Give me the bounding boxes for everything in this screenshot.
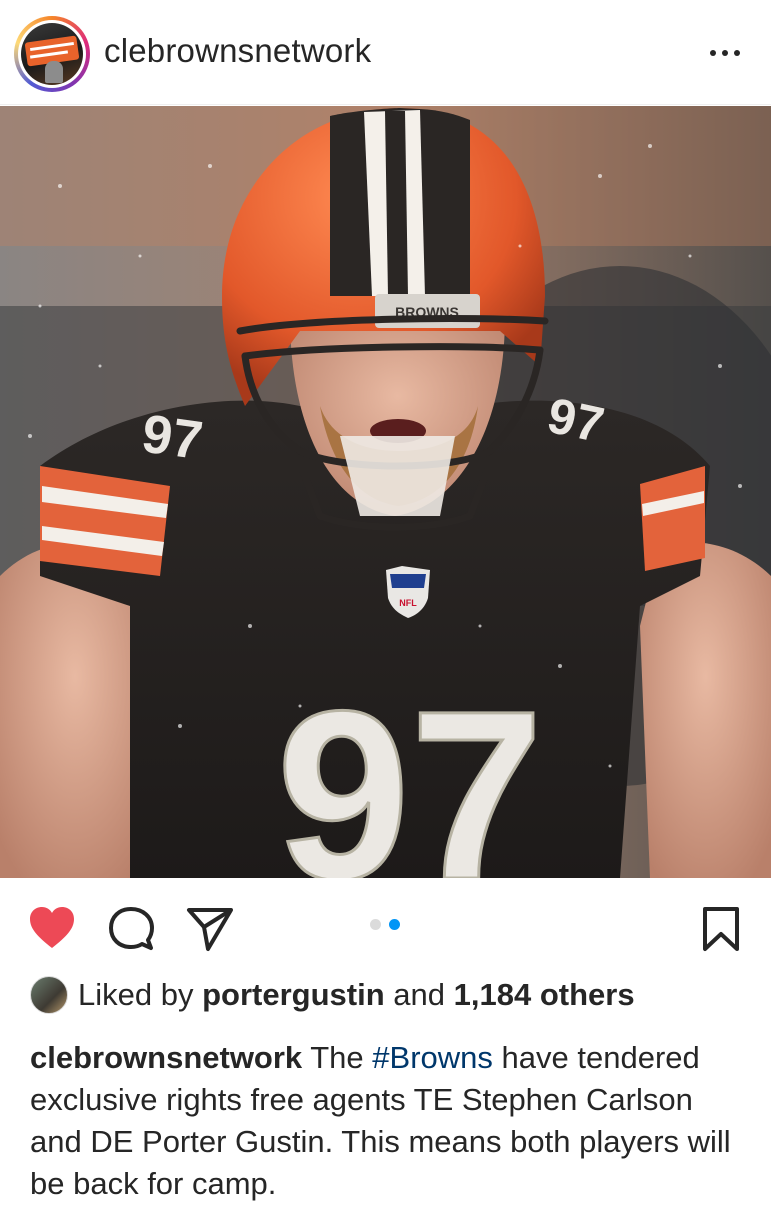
post-caption: clebrownsnetwork The #Browns have tender… (30, 1037, 742, 1205)
svg-text:97: 97 (138, 403, 206, 471)
likes-summary: Liked by portergustin and 1,184 others (28, 973, 768, 1023)
send-icon[interactable] (186, 906, 234, 952)
svg-text:97: 97 (543, 387, 609, 453)
comment-icon[interactable] (108, 906, 154, 952)
nfl-shield-text: NFL (399, 598, 417, 608)
hashtag-link[interactable]: #Browns (372, 1040, 493, 1075)
more-options-icon[interactable] (706, 38, 746, 68)
liked-by-label: Liked by (78, 977, 194, 1012)
profile-avatar[interactable] (14, 16, 90, 92)
carousel-dot-active[interactable] (389, 919, 400, 930)
bookmark-icon[interactable] (702, 906, 740, 952)
heart-filled-icon[interactable] (28, 906, 76, 950)
carousel-indicator (370, 919, 410, 931)
post-header: clebrownsnetwork (0, 0, 771, 105)
liker-avatar[interactable] (30, 976, 68, 1014)
liker-username[interactable]: portergustin (202, 977, 385, 1012)
jersey-number: 97 (277, 661, 544, 878)
carousel-dot[interactable] (370, 919, 381, 930)
caption-username[interactable]: clebrownsnetwork (30, 1040, 302, 1075)
username-link[interactable]: clebrownsnetwork (104, 32, 371, 70)
likes-conjunction: and (393, 977, 446, 1012)
post-photo[interactable]: 97 97 BROWNS NFL 97 (0, 106, 771, 878)
likes-count-link[interactable]: 1,184 others (454, 977, 635, 1012)
caption-text-before: The (310, 1040, 364, 1075)
clebrowns-network-logo (21, 23, 83, 85)
